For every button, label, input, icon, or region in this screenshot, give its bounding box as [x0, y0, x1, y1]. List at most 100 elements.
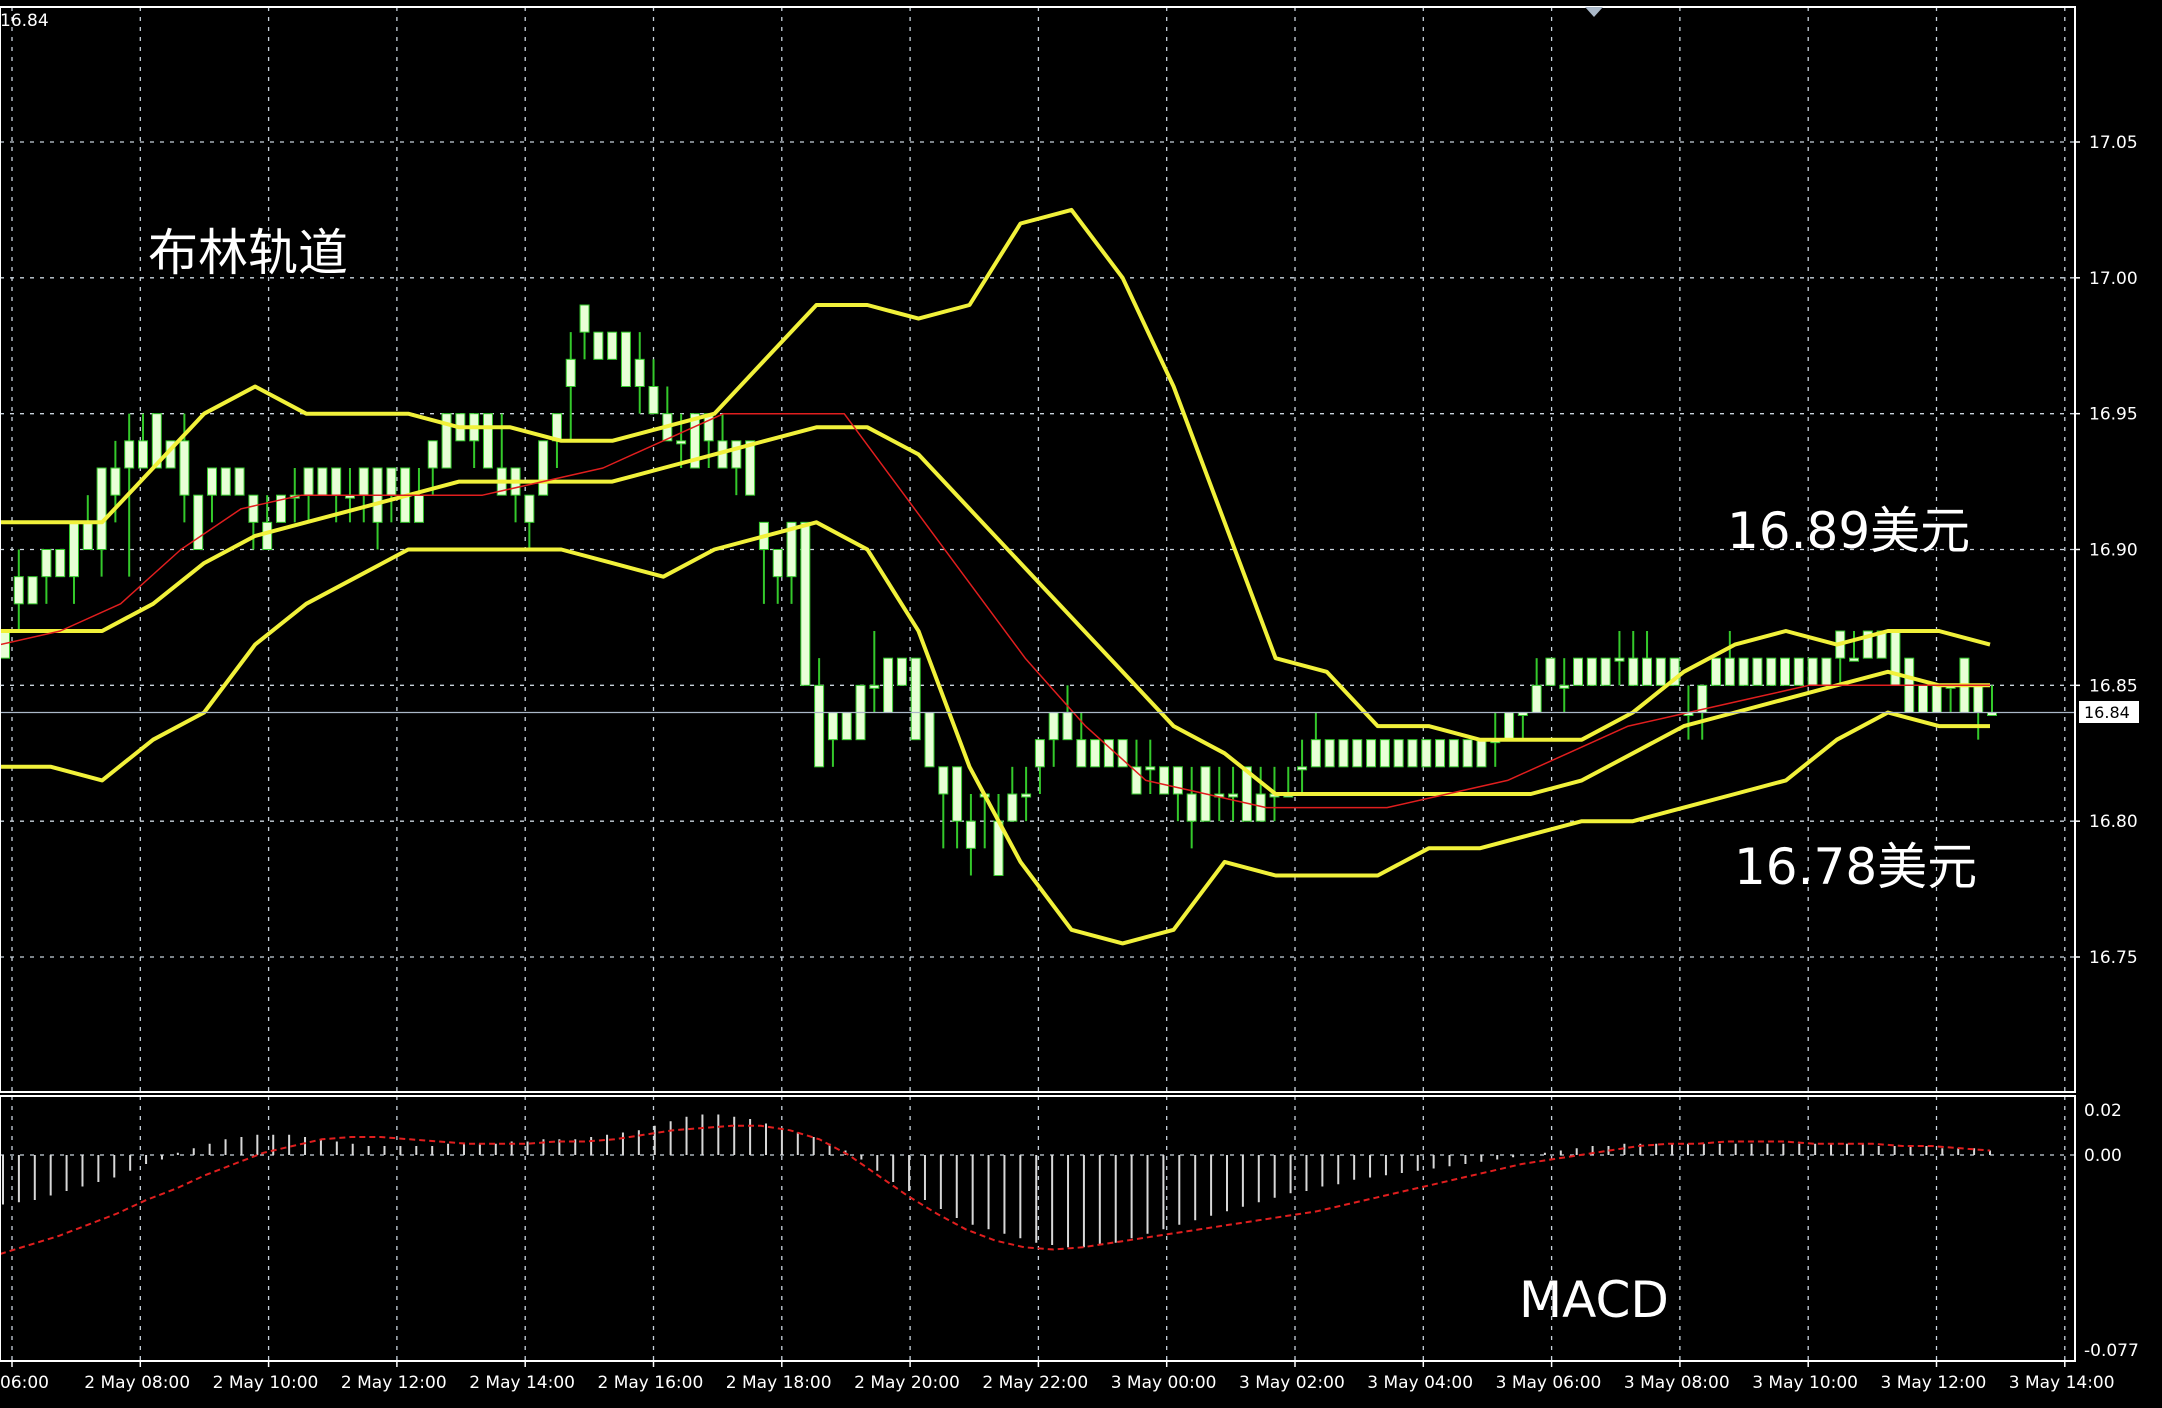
lower-price-annotation: 16.78美元 — [1734, 838, 1977, 896]
candle-body — [358, 467, 369, 496]
candle-body — [1297, 766, 1308, 771]
candle-body — [883, 657, 894, 714]
candle-body — [1545, 657, 1556, 686]
candle-body — [1780, 657, 1791, 686]
price-tick-label: 16.95 — [2089, 405, 2138, 425]
candle-body — [82, 521, 93, 550]
candle-body — [1159, 766, 1170, 795]
candle-body — [1172, 766, 1183, 795]
candle-body — [13, 576, 24, 605]
candle-body — [331, 467, 342, 496]
candle-body — [1600, 657, 1611, 686]
candle-body — [482, 413, 493, 469]
candle-body — [27, 576, 38, 605]
candle-body — [648, 386, 659, 415]
candle-body — [41, 549, 52, 578]
candle-body — [303, 467, 314, 496]
price-tick-label: 16.75 — [2089, 948, 2138, 968]
candle-body — [1034, 739, 1045, 768]
candle-body — [1310, 739, 1321, 768]
candle-body — [924, 712, 935, 768]
candle-body — [800, 521, 811, 686]
candle-body — [317, 467, 328, 496]
candle-body — [248, 494, 259, 523]
candle-body — [1324, 739, 1335, 768]
candle-body — [814, 684, 825, 768]
price-chart: 17.05 17.00 16.95 16.90 16.85 16.80 16.75 0.02… — [0, 0, 2162, 1408]
macd-tick-label: 0.00 — [2084, 1146, 2122, 1166]
candle-body — [193, 494, 204, 550]
candle-body — [952, 766, 963, 822]
candle-body — [1007, 793, 1018, 822]
time-tick-label: 06:00 — [0, 1373, 49, 1393]
time-tick-label: 2 May 14:00 — [469, 1373, 575, 1393]
candle-body — [1918, 684, 1929, 713]
candle-body — [386, 467, 397, 496]
candle-body — [1145, 766, 1156, 771]
candle-body — [620, 331, 631, 387]
current-price-label: 16.84 — [2084, 703, 2130, 722]
candle-body — [68, 521, 79, 578]
candle-body — [910, 657, 921, 741]
candle-body — [1766, 657, 1777, 686]
candle-body — [262, 521, 273, 550]
time-tick-label: 3 May 04:00 — [1367, 1373, 1473, 1393]
candle-body — [1448, 739, 1459, 768]
time-tick-label: 3 May 00:00 — [1111, 1373, 1217, 1393]
candle-body — [1849, 657, 1860, 662]
candle-body — [1352, 739, 1363, 768]
time-tick-label: 2 May 18:00 — [726, 1373, 832, 1393]
candle-body — [731, 440, 742, 469]
candle-body — [634, 358, 645, 388]
candle-body — [1807, 657, 1818, 686]
candle-body — [1476, 739, 1487, 768]
candle-body — [427, 440, 438, 469]
candle-body — [965, 820, 976, 849]
candle-body — [220, 467, 231, 496]
candle-body — [1711, 657, 1722, 686]
candle-body — [1793, 657, 1804, 686]
macd-tick-label: 0.02 — [2084, 1101, 2122, 1121]
price-tick-label: 16.80 — [2089, 812, 2138, 832]
candle-body — [841, 712, 852, 741]
candle-body — [1614, 657, 1625, 662]
candle-body — [1586, 657, 1597, 686]
candle-body — [96, 467, 107, 550]
candle-body — [593, 331, 604, 360]
candle-body — [1393, 739, 1404, 768]
candle-body — [1131, 766, 1142, 795]
candle-body — [179, 440, 190, 496]
price-tick-label: 17.05 — [2089, 133, 2138, 153]
upper-price-annotation: 16.89美元 — [1727, 502, 1970, 560]
time-tick-label: 2 May 10:00 — [213, 1373, 319, 1393]
time-tick-label: 3 May 02:00 — [1239, 1373, 1345, 1393]
candle-body — [524, 494, 535, 523]
candle-body — [1724, 657, 1735, 686]
candle-body — [1228, 793, 1239, 798]
time-tick-label: 2 May 20:00 — [854, 1373, 960, 1393]
time-tick-label: 2 May 12:00 — [341, 1373, 447, 1393]
candle-body — [938, 766, 949, 795]
candle-body — [1738, 657, 1749, 686]
top-left-price: 16.84 — [0, 11, 49, 31]
candle-body — [1379, 739, 1390, 768]
candle-body — [1504, 712, 1515, 741]
candle-body — [1186, 793, 1197, 822]
candle-body — [1462, 739, 1473, 768]
time-tick-label: 3 May 14:00 — [2009, 1373, 2115, 1393]
chart-background — [0, 0, 2162, 1408]
time-tick-label: 2 May 08:00 — [84, 1373, 190, 1393]
candle-body — [896, 657, 907, 686]
candle-body — [1559, 684, 1570, 689]
candle-body — [772, 549, 783, 578]
candle-body — [413, 494, 424, 523]
candle-body — [1890, 630, 1901, 686]
candle-body — [1421, 739, 1432, 768]
candle-body — [124, 440, 135, 469]
candle-body — [1931, 684, 1942, 713]
price-tick-label: 16.90 — [2089, 541, 2138, 561]
time-tick-label: 3 May 12:00 — [1881, 1373, 1987, 1393]
price-tick-label: 16.85 — [2089, 676, 2138, 696]
candle-body — [1642, 657, 1653, 686]
candle-body — [1435, 739, 1446, 768]
